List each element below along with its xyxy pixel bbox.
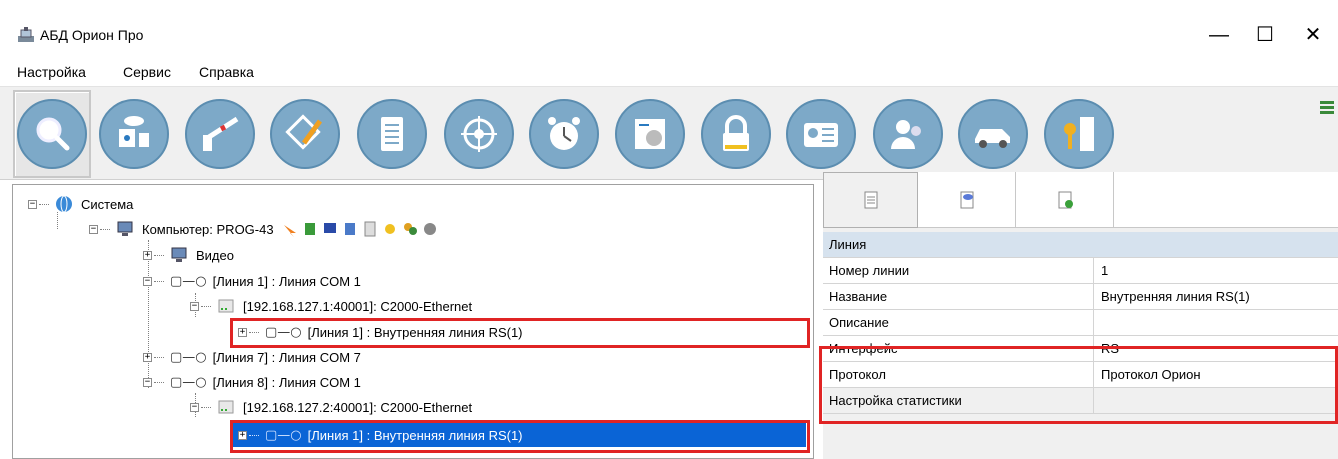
padlock-icon: [723, 115, 749, 151]
tree-node-line1-com1[interactable]: − ▢—○ [Линия 1] : Линия COM 1: [143, 269, 361, 293]
steering-wheel-icon: [461, 116, 497, 152]
tree-node-label: [192.168.127.1:40001]: C2000-Ethernet: [243, 298, 473, 314]
toolbar-report-button[interactable]: [353, 90, 431, 178]
list-view-icon[interactable]: [1320, 100, 1334, 114]
key-door-icon: [1064, 117, 1094, 151]
property-category: Линия: [823, 232, 1338, 258]
toolbar-personnel-button[interactable]: [782, 90, 860, 178]
minimize-button[interactable]: —: [1196, 18, 1242, 52]
server-icon: [304, 223, 315, 235]
menu-service[interactable]: Сервис: [123, 64, 171, 80]
property-key: Номер линии: [829, 263, 910, 278]
menu-settings[interactable]: Настройка: [17, 64, 86, 80]
arrow-icon: [283, 225, 296, 237]
tab-comments[interactable]: [921, 172, 1016, 228]
camera-detector-icon: [119, 116, 149, 147]
toolbar-users-button[interactable]: [869, 90, 947, 178]
properties-tabs: [823, 172, 1338, 228]
title-bar: АБД Орион Про — ☐ ✕: [0, 0, 1338, 60]
collapse-toggle[interactable]: −: [143, 377, 152, 387]
property-row[interactable]: Название Внутренняя линия RS(1): [823, 284, 1338, 310]
highlight-box: [230, 318, 810, 348]
collapse-toggle[interactable]: −: [143, 276, 152, 286]
tab-add[interactable]: [1019, 172, 1114, 228]
monitor-icon: [323, 223, 336, 233]
barrier-icon: [203, 116, 239, 151]
app-logo-icon: [18, 27, 34, 42]
toolbar-barrier-button[interactable]: [181, 90, 259, 178]
id-card-icon: [804, 123, 838, 147]
computer-icon: [170, 246, 188, 264]
tree-node-label: [Линия 7] : Линия COM 7: [212, 349, 361, 365]
property-key: Название: [829, 289, 888, 304]
pencil-plan-icon: [285, 114, 323, 150]
tree-node-computer[interactable]: − Компьютер: PROG-43: [89, 217, 438, 241]
page-comment-icon: [960, 191, 974, 209]
car-icon: [975, 129, 1010, 148]
maximize-button[interactable]: ☐: [1242, 18, 1288, 52]
expand-toggle[interactable]: +: [143, 352, 152, 362]
window-title: АБД Орион Про: [40, 27, 144, 43]
menu-bar: Настройка Сервис Справка: [0, 60, 1338, 86]
expand-toggle[interactable]: +: [143, 250, 152, 260]
main-toolbar: [0, 86, 1338, 180]
toolbar-keys-button[interactable]: [1040, 90, 1118, 178]
camera-icon: [423, 223, 436, 235]
property-value[interactable]: Внутренняя линия RS(1): [1101, 289, 1250, 304]
computer-icon: [116, 220, 134, 238]
property-row[interactable]: Описание: [823, 310, 1338, 336]
line-icon: ▢—○: [170, 273, 207, 289]
tree-node-label: [Линия 8] : Линия COM 1: [212, 374, 361, 390]
tree-node-label: [192.168.127.2:40001]: C2000-Ethernet: [243, 399, 473, 415]
toolbar-vehicles-button[interactable]: [954, 90, 1032, 178]
tab-properties[interactable]: [823, 172, 918, 228]
toolbar-access-button[interactable]: [697, 90, 775, 178]
sun-icon: [384, 224, 395, 234]
close-button[interactable]: ✕: [1290, 18, 1336, 52]
category-label: Линия: [829, 237, 867, 252]
collapse-toggle[interactable]: −: [190, 402, 199, 412]
device-icon: [217, 398, 235, 416]
document-icon: [381, 117, 403, 151]
tree-node-label: Видео: [196, 247, 234, 263]
toolbar-control-button[interactable]: [440, 90, 518, 178]
document-check-icon: [364, 221, 376, 237]
toolbar-search-button[interactable]: [13, 90, 91, 178]
tree-node-ethernet-2[interactable]: − [192.168.127.2:40001]: C2000-Ethernet: [190, 395, 472, 419]
toolbar-timetable-button[interactable]: [611, 90, 689, 178]
database-icon: [344, 223, 355, 235]
page-add-icon: [1058, 191, 1073, 209]
highlight-box: [819, 346, 1338, 424]
collapse-toggle[interactable]: −: [190, 301, 199, 311]
page-icon: [864, 191, 877, 209]
menu-help[interactable]: Справка: [199, 64, 254, 80]
tree-node-video[interactable]: + Видео: [143, 243, 234, 267]
users-group-icon: [403, 223, 417, 235]
tree-node-system[interactable]: − Система: [28, 192, 133, 216]
tree-node-ethernet-1[interactable]: − [192.168.127.1:40001]: C2000-Ethernet: [190, 294, 472, 318]
property-key: Описание: [829, 315, 889, 330]
collapse-toggle[interactable]: −: [28, 199, 37, 209]
line-icon: ▢—○: [170, 374, 207, 390]
property-value[interactable]: 1: [1101, 263, 1108, 278]
collapse-toggle[interactable]: −: [89, 224, 98, 234]
tree-node-line8[interactable]: − ▢—○ [Линия 8] : Линия COM 1: [143, 370, 361, 394]
highlight-box: [230, 420, 810, 453]
globe-icon: [55, 195, 73, 213]
toolbar-devices-button[interactable]: [95, 90, 173, 178]
tree-node-line7[interactable]: + ▢—○ [Линия 7] : Линия COM 7: [143, 345, 361, 369]
toolbar-schedule-button[interactable]: [525, 90, 603, 178]
users-icon: [891, 120, 921, 149]
tree-node-label: Компьютер: PROG-43: [142, 221, 274, 237]
magnifier-icon: [36, 117, 70, 151]
device-icon: [217, 297, 235, 315]
line-icon: ▢—○: [170, 349, 207, 365]
tree-node-label: Система: [81, 196, 134, 212]
computer-status-icons: [282, 221, 438, 237]
tree-node-label: [Линия 1] : Линия COM 1: [212, 273, 361, 289]
property-row[interactable]: Номер линии 1: [823, 258, 1338, 284]
schedule-board-icon: [635, 119, 665, 149]
toolbar-plan-button[interactable]: [266, 90, 344, 178]
alarm-clock-icon: [548, 117, 580, 150]
